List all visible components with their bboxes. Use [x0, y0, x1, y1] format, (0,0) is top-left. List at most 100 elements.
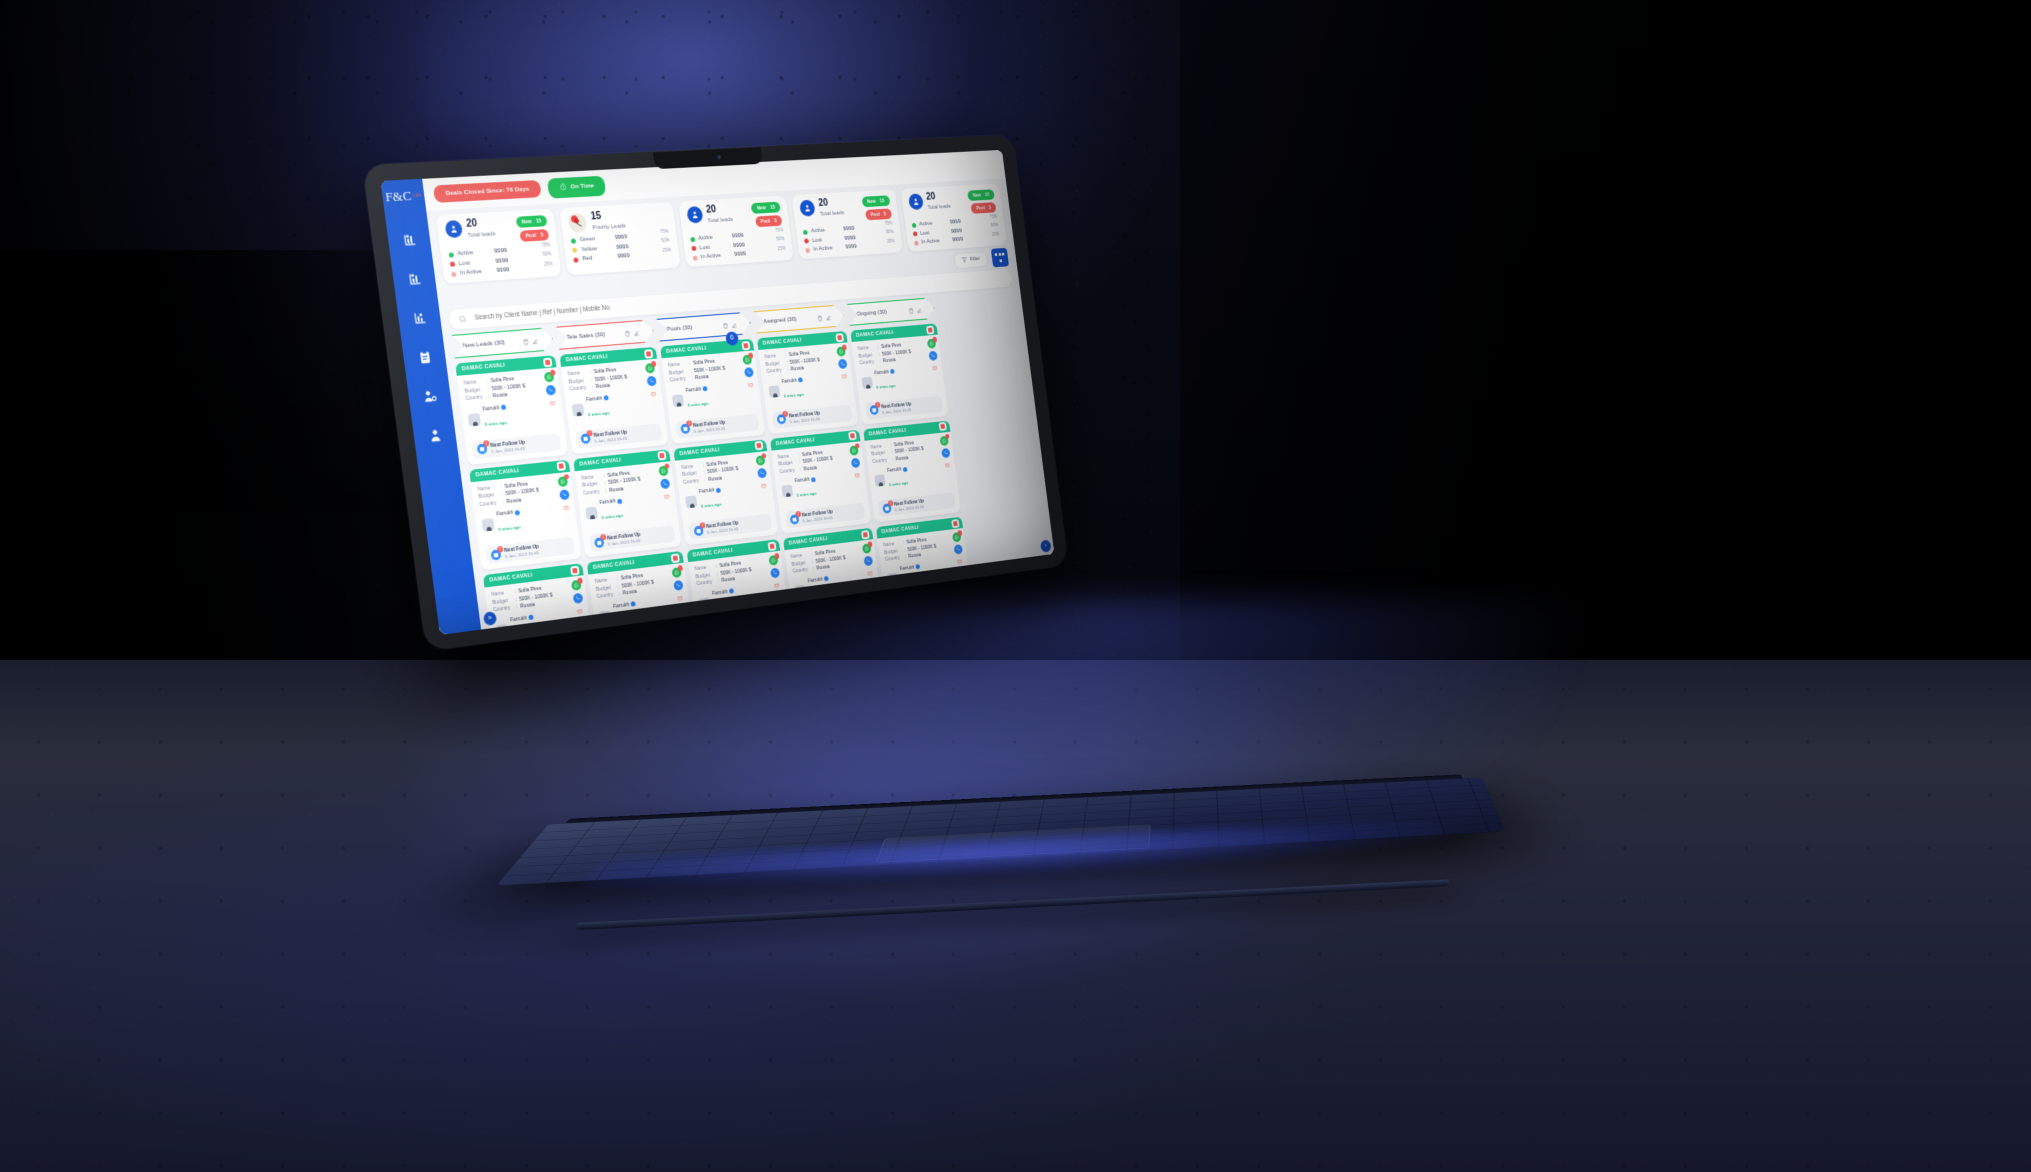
app-logo[interactable]: F&C UAE [380, 179, 426, 213]
lead-card[interactable]: DAMAC CAVALI Name: Sofia Pires Budget:500K … [850, 323, 948, 424]
stat-badge[interactable]: Pool 5 [971, 202, 997, 214]
mail-icon[interactable] [648, 389, 658, 400]
stat-badge[interactable]: Pool 5 [865, 208, 892, 220]
phone-icon[interactable] [954, 544, 963, 554]
whatsapp-icon[interactable] [952, 532, 961, 542]
whatsapp-icon[interactable] [862, 543, 872, 554]
mail-icon[interactable] [662, 491, 672, 502]
priority-flag-icon[interactable] [861, 530, 870, 539]
lead-card[interactable]: DAMAC CAVALI Name: Sofia Pires Budget:500K … [469, 459, 581, 570]
phone-icon[interactable] [744, 367, 754, 377]
lead-card-followup[interactable]: 1 Next Follow Up 5 Jan, 2024 15:45 [575, 423, 662, 448]
lead-card-followup[interactable]: 1 Next Follow Up 5 Jan, 2024 15:45 [471, 433, 561, 459]
stat-badge[interactable]: New 15 [861, 195, 890, 207]
mail-icon[interactable] [574, 606, 585, 617]
whatsapp-icon[interactable] [755, 455, 765, 466]
mail-icon[interactable] [772, 580, 782, 591]
phone-icon[interactable] [928, 351, 937, 361]
edit-icon[interactable] [915, 301, 923, 318]
lead-card[interactable]: DAMAC CAVALI Name: Sofia Pires Budget:500K … [455, 355, 568, 464]
whatsapp-icon[interactable] [836, 346, 846, 356]
priority-flag-icon[interactable] [754, 441, 763, 451]
phone-icon[interactable] [647, 376, 657, 387]
phone-icon[interactable] [573, 593, 584, 604]
mail-icon[interactable] [943, 460, 952, 470]
kanban-column-header[interactable]: Ongoing (30) [847, 297, 936, 326]
stat-badge[interactable]: New 15 [515, 215, 548, 228]
mail-icon[interactable] [675, 593, 685, 604]
priority-flag-icon[interactable] [644, 349, 653, 359]
edit-icon[interactable] [824, 308, 832, 326]
whatsapp-icon[interactable] [742, 355, 752, 365]
phone-icon[interactable] [660, 478, 670, 489]
sidebar-item-clipboard[interactable] [412, 345, 437, 369]
priority-flag-icon[interactable] [671, 553, 680, 563]
sidebar-item-reports[interactable] [407, 306, 432, 330]
whatsapp-icon[interactable] [544, 372, 555, 383]
kanban-column-header[interactable]: New Leads (30) [451, 327, 554, 358]
priority-flag-icon[interactable] [939, 422, 947, 431]
delete-icon[interactable] [721, 316, 729, 334]
deals-closed-badge[interactable]: Deals Closed Since: 76 Days [433, 180, 542, 203]
priority-flag-icon[interactable] [741, 341, 750, 350]
lead-card[interactable]: DAMAC CAVALI Name: Sofia Pires Budget:500K … [673, 439, 778, 545]
edit-icon[interactable] [632, 323, 641, 341]
delete-icon[interactable] [521, 332, 530, 351]
lead-card-followup[interactable]: 1 Next Follow Up 5 Jan, 2024 15:45 [878, 492, 956, 517]
lead-card[interactable]: DAMAC CAVALI Name: Sofia Pires Budget:500K … [770, 429, 871, 533]
lead-card[interactable]: DAMAC CAVALI Name: Sofia Pires Budget:500K … [560, 347, 669, 454]
sidebar-item-user-settings[interactable] [417, 384, 442, 409]
mail-icon[interactable] [746, 380, 756, 391]
grid-view-button[interactable] [991, 248, 1009, 268]
sidebar-item-pipeline[interactable] [402, 267, 427, 291]
mail-icon[interactable] [561, 502, 572, 513]
phone-icon[interactable] [757, 467, 767, 478]
whatsapp-icon[interactable] [768, 555, 778, 566]
mail-icon[interactable] [865, 568, 875, 579]
delete-icon[interactable] [623, 324, 632, 342]
mail-icon[interactable] [759, 480, 769, 491]
whatsapp-icon[interactable] [927, 339, 936, 349]
lead-card-followup[interactable]: 1 Next Follow Up 5 Jan, 2024 15:45 [772, 404, 853, 428]
stat-card[interactable]: 15 Priority Leads Green 9999 75% Yellow 9999 50… [560, 202, 681, 275]
whatsapp-icon[interactable] [571, 580, 582, 591]
phone-icon[interactable] [559, 489, 570, 500]
mail-icon[interactable] [930, 363, 939, 373]
priority-flag-icon[interactable] [926, 325, 934, 334]
lead-card[interactable]: DAMAC CAVALI Name: Sofia Pires Budget:500K … [863, 420, 961, 522]
priority-flag-icon[interactable] [543, 357, 553, 367]
priority-flag-icon[interactable] [570, 565, 580, 575]
phone-icon[interactable] [941, 448, 950, 458]
mail-icon[interactable] [852, 470, 862, 480]
mail-icon[interactable] [955, 556, 964, 566]
phone-icon[interactable] [851, 457, 861, 467]
priority-flag-icon[interactable] [768, 541, 777, 551]
filter-button[interactable]: Filter [953, 251, 988, 269]
lead-card-followup[interactable]: 1 Next Follow Up 5 Jan, 2024 15:45 [675, 413, 759, 438]
lead-card-followup[interactable]: 1 Next Follow Up 5 Jan, 2024 15:45 [865, 395, 943, 419]
edit-icon[interactable] [730, 315, 738, 333]
whatsapp-icon[interactable] [672, 567, 682, 578]
on-time-badge[interactable]: On Time [547, 175, 607, 198]
whatsapp-icon[interactable] [849, 445, 859, 455]
whatsapp-icon[interactable] [557, 476, 568, 487]
sidebar-item-profile[interactable] [422, 423, 447, 448]
kanban-column-header[interactable]: Assigned (30) [753, 304, 845, 333]
phone-icon[interactable] [545, 385, 556, 396]
stat-badge[interactable]: New 15 [967, 189, 994, 201]
priority-flag-icon[interactable] [657, 451, 666, 461]
priority-flag-icon[interactable] [951, 519, 959, 528]
phone-icon[interactable] [673, 580, 683, 591]
stat-card[interactable]: 20 Total leads New 15 Pool 5 Active 9999 75% Lost… [436, 209, 562, 284]
mail-icon[interactable] [547, 398, 558, 409]
edit-icon[interactable] [531, 331, 540, 350]
whatsapp-icon[interactable] [645, 363, 655, 374]
kanban-column-header[interactable]: Tele Sales (30) [556, 319, 655, 350]
lead-card[interactable]: DAMAC CAVALI Name: Sofia Pires Budget:500K … [757, 331, 858, 434]
lead-card[interactable]: DAMAC CAVALI Name: Sofia Pires Budget:500K … [660, 339, 765, 444]
stat-badge[interactable]: New 15 [751, 202, 781, 214]
phone-icon[interactable] [770, 568, 780, 579]
stat-card[interactable]: 20 Total leads New 15 Pool 5 Active 9999 75% Lost… [678, 195, 794, 267]
delete-icon[interactable] [907, 301, 915, 318]
stat-badge[interactable]: Pool 5 [755, 215, 783, 227]
